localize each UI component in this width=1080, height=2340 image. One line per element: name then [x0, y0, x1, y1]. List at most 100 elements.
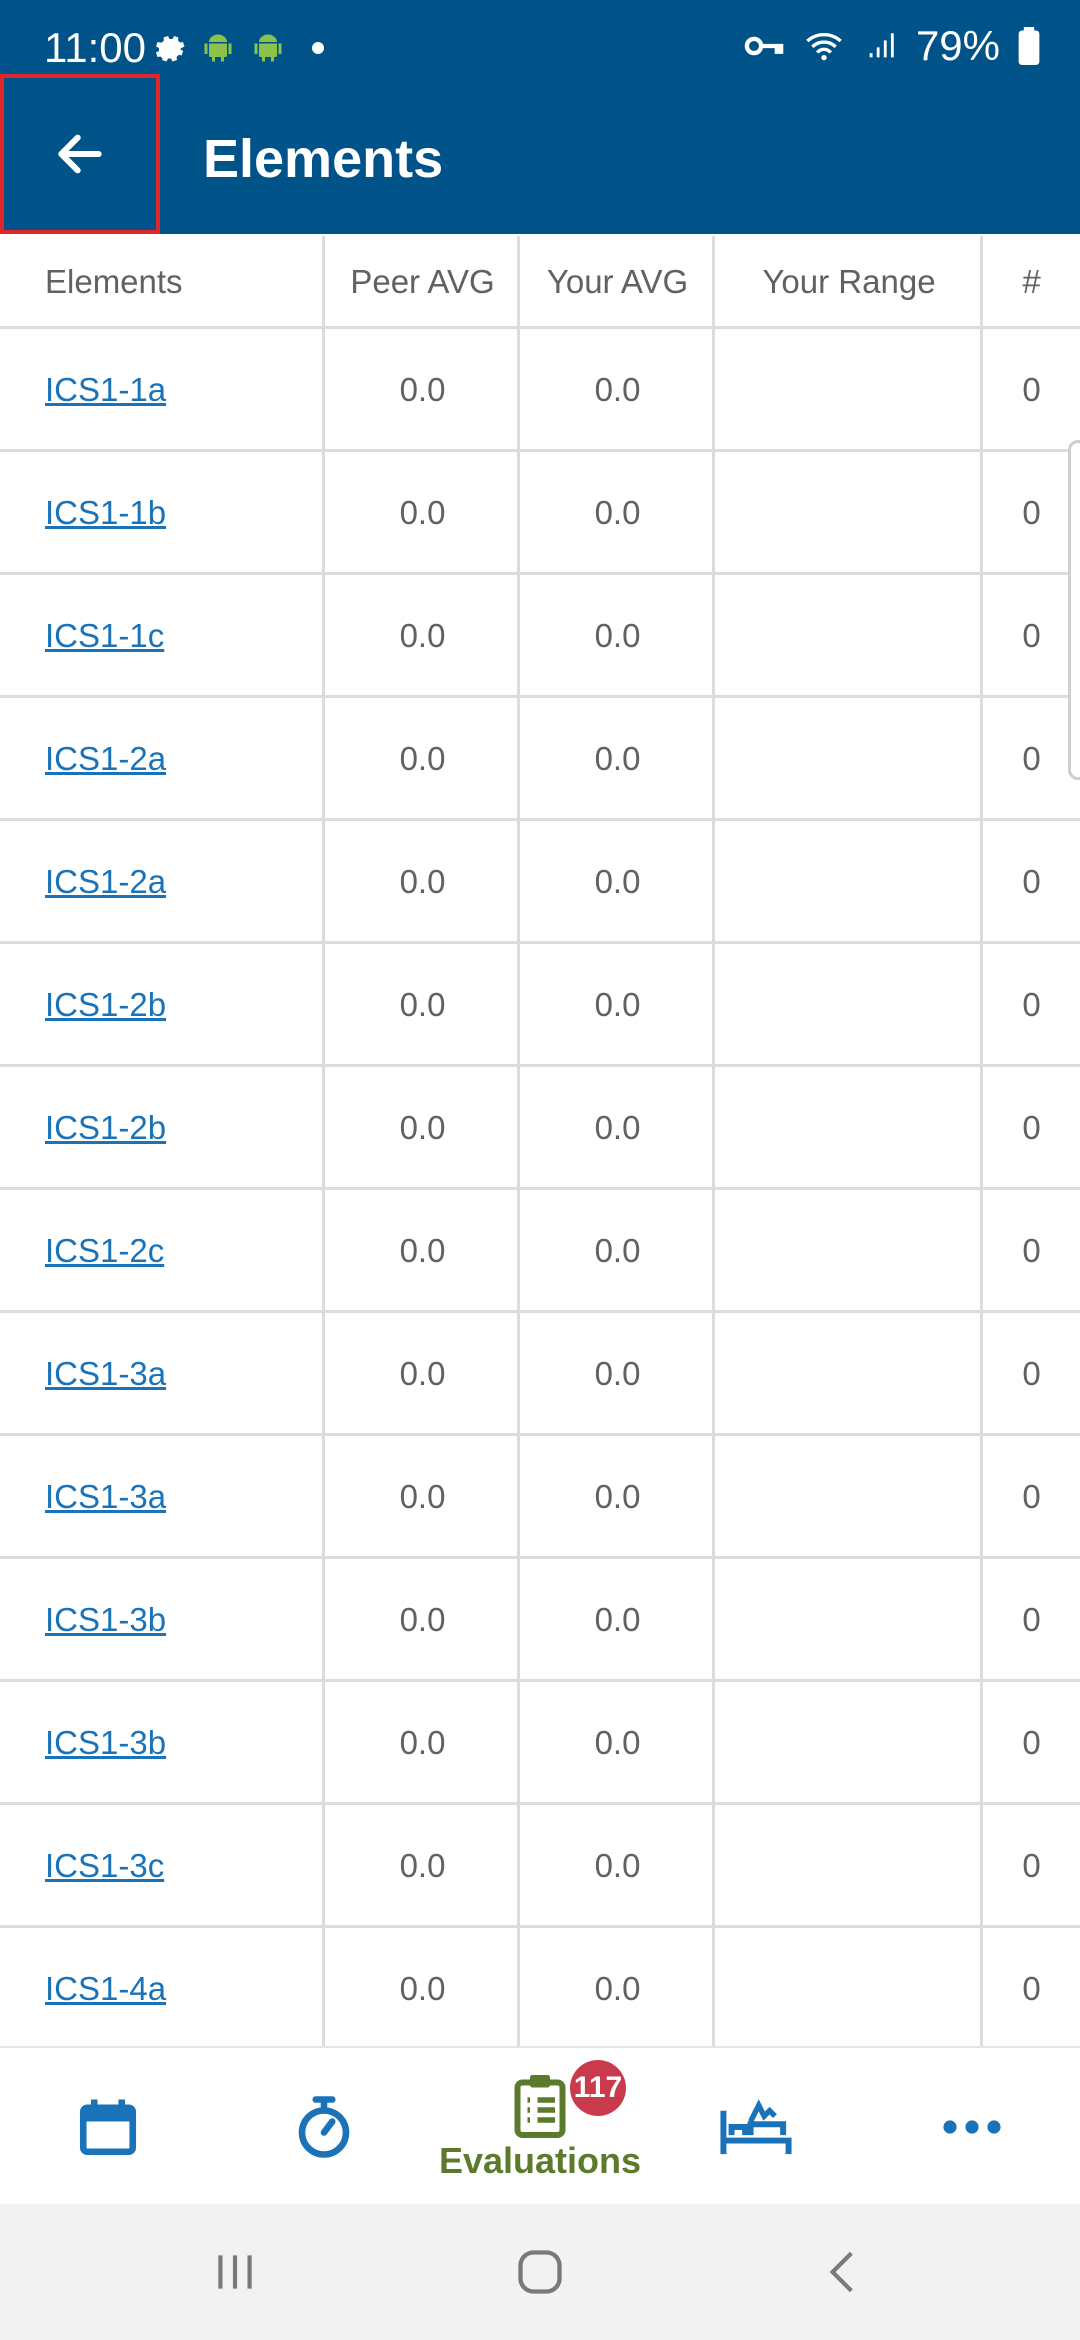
table-row: ICS1-2b 0.0 0.0 0 — [0, 1066, 1080, 1189]
header-elements: Elements — [45, 263, 183, 300]
elements-table[interactable]: Elements Peer AVG Your AVG Your Range # … — [0, 236, 1080, 2046]
peer-avg-cell: 0.0 — [399, 1723, 446, 1761]
element-link[interactable]: ICS1-1a — [45, 371, 166, 409]
element-link[interactable]: ICS1-2c — [45, 1232, 164, 1270]
your-avg-cell: 0.0 — [594, 1969, 641, 2007]
home-button[interactable] — [505, 2242, 575, 2302]
column-divider — [322, 236, 325, 2046]
nav-patients[interactable] — [696, 2048, 816, 2206]
count-cell: 0 — [1022, 1969, 1041, 2007]
element-cell: ICS1-3a — [0, 1312, 325, 1435]
table-row: ICS1-2b 0.0 0.0 0 — [0, 943, 1080, 1066]
your-range-cell — [715, 328, 983, 451]
table-row: ICS1-2c 0.0 0.0 0 — [0, 1189, 1080, 1312]
more-horizontal-icon — [943, 2120, 1001, 2134]
your-avg-cell: 0.0 — [594, 616, 641, 654]
peer-avg-cell: 0.0 — [399, 493, 446, 531]
table-row: ICS1-3b 0.0 0.0 0 — [0, 1681, 1080, 1804]
stopwatch-icon — [298, 2096, 350, 2158]
element-cell: ICS1-4a — [0, 1927, 325, 2046]
element-cell: ICS1-2b — [0, 943, 325, 1066]
battery-percent: 79% — [915, 22, 1000, 69]
your-avg-cell: 0.0 — [594, 1231, 641, 1269]
back-button[interactable] — [0, 74, 160, 234]
row-divider — [0, 326, 1080, 329]
row-divider — [0, 1556, 1080, 1559]
nav-calendar[interactable] — [48, 2048, 168, 2206]
element-link[interactable]: ICS1-1c — [45, 617, 164, 655]
element-cell: ICS1-3c — [0, 1804, 325, 1927]
nav-more[interactable] — [912, 2048, 1032, 2206]
element-link[interactable]: ICS1-1b — [45, 494, 166, 532]
nav-timer[interactable] — [264, 2048, 384, 2206]
row-divider — [0, 1310, 1080, 1313]
status-time: 11:00 — [44, 24, 146, 71]
element-link[interactable]: ICS1-3c — [45, 1847, 164, 1885]
element-link[interactable]: ICS1-2b — [45, 1109, 166, 1147]
your-range-cell — [715, 1189, 983, 1312]
row-divider — [0, 572, 1080, 575]
count-cell: 0 — [1022, 616, 1041, 654]
recents-button[interactable] — [200, 2242, 270, 2302]
element-link[interactable]: ICS1-2b — [45, 986, 166, 1024]
row-divider — [0, 695, 1080, 698]
count-cell: 0 — [1022, 1231, 1041, 1269]
element-link[interactable]: ICS1-3a — [45, 1478, 166, 1516]
your-range-cell — [715, 1927, 983, 2046]
row-divider — [0, 1064, 1080, 1067]
element-link[interactable]: ICS1-2a — [45, 863, 166, 901]
peer-avg-cell: 0.0 — [399, 1969, 446, 2007]
table-row: ICS1-3a 0.0 0.0 0 — [0, 1435, 1080, 1558]
table-row: ICS1-4a 0.0 0.0 0 — [0, 1927, 1080, 2046]
system-nav-bar — [0, 2204, 1080, 2340]
peer-avg-cell: 0.0 — [399, 1477, 446, 1515]
row-divider — [0, 1802, 1080, 1805]
row-divider — [0, 941, 1080, 944]
nav-evaluations[interactable]: Evaluations — [420, 2048, 660, 2206]
status-icons-left — [150, 30, 336, 66]
peer-avg-cell: 0.0 — [399, 1108, 446, 1146]
count-cell: 0 — [1022, 493, 1041, 531]
clipboard-list-icon — [514, 2075, 566, 2138]
element-link[interactable]: ICS1-3a — [45, 1355, 166, 1393]
bottom-nav: Evaluations 117 — [0, 2046, 1080, 2206]
element-cell: ICS1-2b — [0, 1066, 325, 1189]
your-avg-cell: 0.0 — [594, 1477, 641, 1515]
row-divider — [0, 1925, 1080, 1928]
count-cell: 0 — [1022, 1846, 1041, 1884]
table-row: ICS1-1c 0.0 0.0 0 — [0, 574, 1080, 697]
element-cell: ICS1-1b — [0, 451, 325, 574]
element-link[interactable]: ICS1-3b — [45, 1724, 166, 1762]
row-divider — [0, 1679, 1080, 1682]
peer-avg-cell: 0.0 — [399, 985, 446, 1023]
element-link[interactable]: ICS1-3b — [45, 1601, 166, 1639]
column-divider — [517, 236, 520, 2046]
table-row: ICS1-3a 0.0 0.0 0 — [0, 1312, 1080, 1435]
table-header: Elements Peer AVG Your AVG Your Range # — [0, 236, 1080, 328]
peer-avg-cell: 0.0 — [399, 370, 446, 408]
row-divider — [0, 1187, 1080, 1190]
your-avg-cell: 0.0 — [594, 985, 641, 1023]
vpn-key-icon — [744, 36, 784, 56]
header-your-range: Your Range — [762, 263, 936, 300]
element-cell: ICS1-2a — [0, 697, 325, 820]
your-range-cell — [715, 820, 983, 943]
peer-avg-cell: 0.0 — [399, 739, 446, 777]
count-cell: 0 — [1022, 1108, 1041, 1146]
header-your-avg: Your AVG — [546, 263, 689, 300]
your-range-cell — [715, 451, 983, 574]
peer-avg-cell: 0.0 — [399, 1231, 446, 1269]
count-cell: 0 — [1022, 1600, 1041, 1638]
table-row: ICS1-1b 0.0 0.0 0 — [0, 451, 1080, 574]
system-back-button[interactable] — [808, 2242, 878, 2302]
element-cell: ICS1-1a — [0, 328, 325, 451]
header-peer-avg: Peer AVG — [350, 263, 495, 300]
element-link[interactable]: ICS1-2a — [45, 740, 166, 778]
scrollbar[interactable] — [1068, 440, 1080, 780]
count-cell: 0 — [1022, 739, 1041, 777]
your-range-cell — [715, 943, 983, 1066]
page-title: Elements — [203, 129, 444, 189]
your-avg-cell: 0.0 — [594, 370, 641, 408]
element-link[interactable]: ICS1-4a — [45, 1970, 166, 2008]
battery-icon — [1018, 27, 1040, 65]
